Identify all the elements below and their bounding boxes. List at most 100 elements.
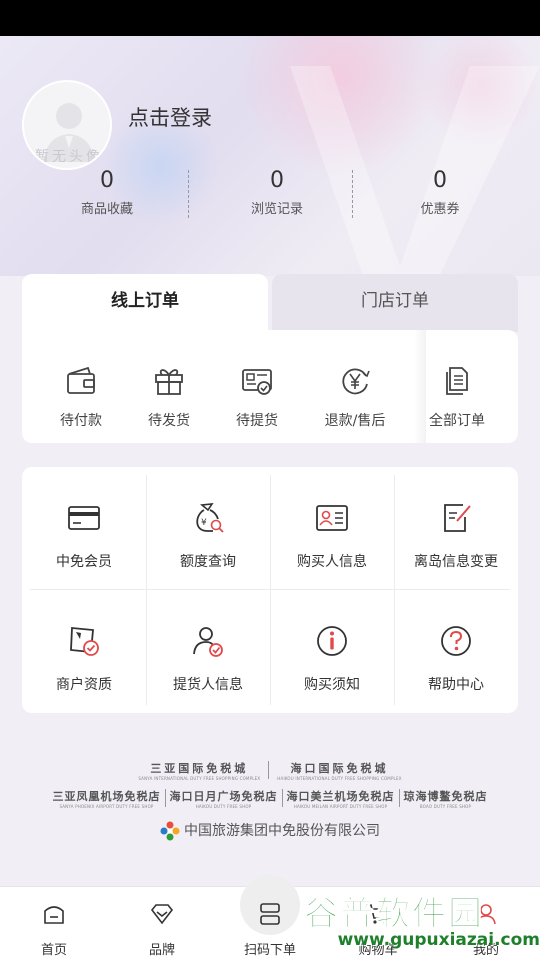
service-quota-query[interactable]: ¥ 额度查询: [146, 467, 270, 590]
nav-scan-order[interactable]: 扫码下单: [216, 875, 324, 960]
tab-online-orders[interactable]: 线上订单: [22, 274, 268, 332]
service-label: 购买须知: [304, 677, 360, 693]
order-pending-pickup[interactable]: 待提货: [212, 364, 302, 430]
brand-logo: 海口美兰机场免税店 HAIKOU MEILAN AIRPORT DUTY FRE…: [283, 788, 399, 809]
service-island-info-change[interactable]: 离岛信息变更: [394, 467, 518, 590]
brand-name: 海口国际免税城: [290, 762, 389, 775]
user-check-icon: [193, 627, 223, 657]
nav-label: 首页: [40, 943, 67, 958]
brand-logo: 海口日月广场免税店 HAIKOU DUTY FREE SHOP: [166, 788, 282, 809]
order-tabs: 线上订单 门店订单: [22, 274, 518, 332]
brand-name: 三亚凤凰机场免税店: [52, 790, 161, 803]
order-status-panel: 待付款 待发货 待提货 退款/售后 全部订单: [22, 330, 518, 443]
nav-mine[interactable]: 我的: [432, 887, 540, 960]
order-label: 退款/售后: [324, 413, 386, 429]
service-membership[interactable]: 中免会员: [22, 467, 146, 590]
brand-name-en: SANYA PHOENIX AIRPORT DUTY FREE SHOP: [59, 804, 154, 809]
wallet-icon: [67, 366, 95, 394]
brand-logo: 三亚凤凰机场免税店 SANYA PHOENIX AIRPORT DUTY FRE…: [49, 788, 165, 809]
avatar[interactable]: 暂无头像: [22, 80, 112, 170]
order-refund[interactable]: 退款/售后: [310, 364, 400, 430]
nav-home[interactable]: 首页: [0, 887, 108, 960]
id-card-icon: [316, 505, 348, 531]
brand-logo: 海口国际免税城 HAIKOU INTERNATIONAL DUTY FREE S…: [269, 760, 409, 781]
cart-icon: [367, 904, 389, 924]
stat-label: 商品收藏: [80, 202, 133, 217]
service-label: 商户资质: [56, 677, 112, 693]
bottom-nav: 首页 品牌 扫码下单 购物车 我的: [0, 875, 540, 960]
brand-name-en: BOAO DUTY FREE SHOP: [419, 804, 472, 809]
brand-name: 琼海博鳌免税店: [403, 790, 488, 803]
info-icon: [317, 626, 347, 656]
stats-row: 0 商品收藏 0 浏览记录 0 优惠券: [0, 168, 540, 220]
brand-name: 海口美兰机场免税店: [286, 790, 395, 803]
service-help-center[interactable]: 帮助中心: [394, 590, 518, 713]
stat-history[interactable]: 0 浏览记录: [217, 168, 337, 217]
yen-refund-icon: [342, 368, 370, 395]
pickup-card-icon: [242, 369, 272, 395]
stat-favorites[interactable]: 0 商品收藏: [47, 168, 167, 217]
home-icon: [44, 906, 64, 924]
order-pending-payment[interactable]: 待付款: [36, 364, 126, 430]
service-buyer-info[interactable]: 购买人信息: [270, 467, 394, 590]
service-purchase-notice[interactable]: 购买须知: [270, 590, 394, 713]
stat-divider: [188, 170, 189, 218]
status-bar: [0, 0, 540, 36]
company-logo-icon: [160, 821, 180, 841]
nav-cart[interactable]: 购物车: [324, 887, 432, 960]
order-all[interactable]: 全部订单: [412, 364, 502, 430]
stat-value: 0: [433, 168, 447, 193]
question-icon: [441, 626, 471, 656]
service-label: 提货人信息: [173, 677, 243, 693]
svg-text:¥: ¥: [201, 518, 207, 528]
nav-brands[interactable]: 品牌: [108, 887, 216, 960]
login-link[interactable]: 点击登录: [128, 102, 212, 132]
brand-name-en: HAIKOU DUTY FREE SHOP: [195, 804, 252, 809]
nav-label: 我的: [472, 943, 499, 958]
order-label: 待付款: [60, 413, 102, 429]
nav-label: 扫码下单: [243, 943, 296, 958]
brand-name-en: SANYA INTERNATIONAL DUTY FREE SHOPPING C…: [138, 776, 261, 781]
stat-label: 优惠券: [420, 202, 460, 217]
certificate-icon: [70, 627, 99, 656]
scan-icon: [260, 903, 280, 925]
company-name: 中国旅游集团中免股份有限公司: [184, 823, 380, 839]
user-icon: [476, 904, 496, 925]
stat-value: 0: [270, 168, 284, 193]
brand-name-en: HAIKOU MEILAN AIRPORT DUTY FREE SHOP: [293, 804, 388, 809]
brand-row: 三亚国际免税城 SANYA INTERNATIONAL DUTY FREE SH…: [0, 760, 540, 781]
order-label: 待发货: [148, 413, 190, 429]
stat-coupons[interactable]: 0 优惠券: [380, 168, 500, 217]
order-pending-shipment[interactable]: 待发货: [124, 364, 214, 430]
brand-name: 海口日月广场免税店: [169, 790, 278, 803]
stat-divider: [352, 170, 353, 218]
gift-icon: [155, 369, 183, 395]
money-bag-search-icon: ¥: [196, 503, 224, 533]
service-label: 中免会员: [56, 554, 112, 570]
services-grid: 中免会员 ¥ 额度查询 购买人信息 离岛信息变更 商户资质 提货人信息 购买须知…: [22, 467, 518, 713]
service-label: 帮助中心: [428, 677, 484, 693]
nav-label: 购物车: [358, 943, 398, 958]
brand-row: 三亚凤凰机场免税店 SANYA PHOENIX AIRPORT DUTY FRE…: [0, 788, 540, 809]
profile-header: 暂无头像 点击登录: [0, 36, 540, 276]
nav-label: 品牌: [148, 943, 175, 958]
service-label: 购买人信息: [297, 554, 367, 570]
avatar-label: 暂无头像: [35, 149, 103, 165]
company-line: 中国旅游集团中免股份有限公司: [0, 820, 540, 841]
brand-logo: 三亚国际免税城 SANYA INTERNATIONAL DUTY FREE SH…: [130, 760, 268, 781]
card-icon: [68, 506, 100, 530]
documents-icon: [446, 367, 468, 395]
service-merchant-qualification[interactable]: 商户资质: [22, 590, 146, 713]
edit-document-icon: [444, 504, 471, 532]
brand-logo: 琼海博鳌免税店 BOAO DUTY FREE SHOP: [400, 788, 492, 809]
tab-store-orders[interactable]: 门店订单: [272, 274, 518, 332]
diamond-icon: [150, 904, 174, 925]
service-pickup-person-info[interactable]: 提货人信息: [146, 590, 270, 713]
stat-label: 浏览记录: [250, 202, 303, 217]
brand-name-en: HAIKOU INTERNATIONAL DUTY FREE SHOPPING …: [277, 776, 402, 781]
service-label: 离岛信息变更: [414, 554, 498, 570]
brand-name: 三亚国际免税城: [150, 762, 249, 775]
service-label: 额度查询: [180, 554, 236, 570]
brand-footer: 三亚国际免税城 SANYA INTERNATIONAL DUTY FREE SH…: [0, 760, 540, 850]
stat-value: 0: [100, 168, 114, 193]
